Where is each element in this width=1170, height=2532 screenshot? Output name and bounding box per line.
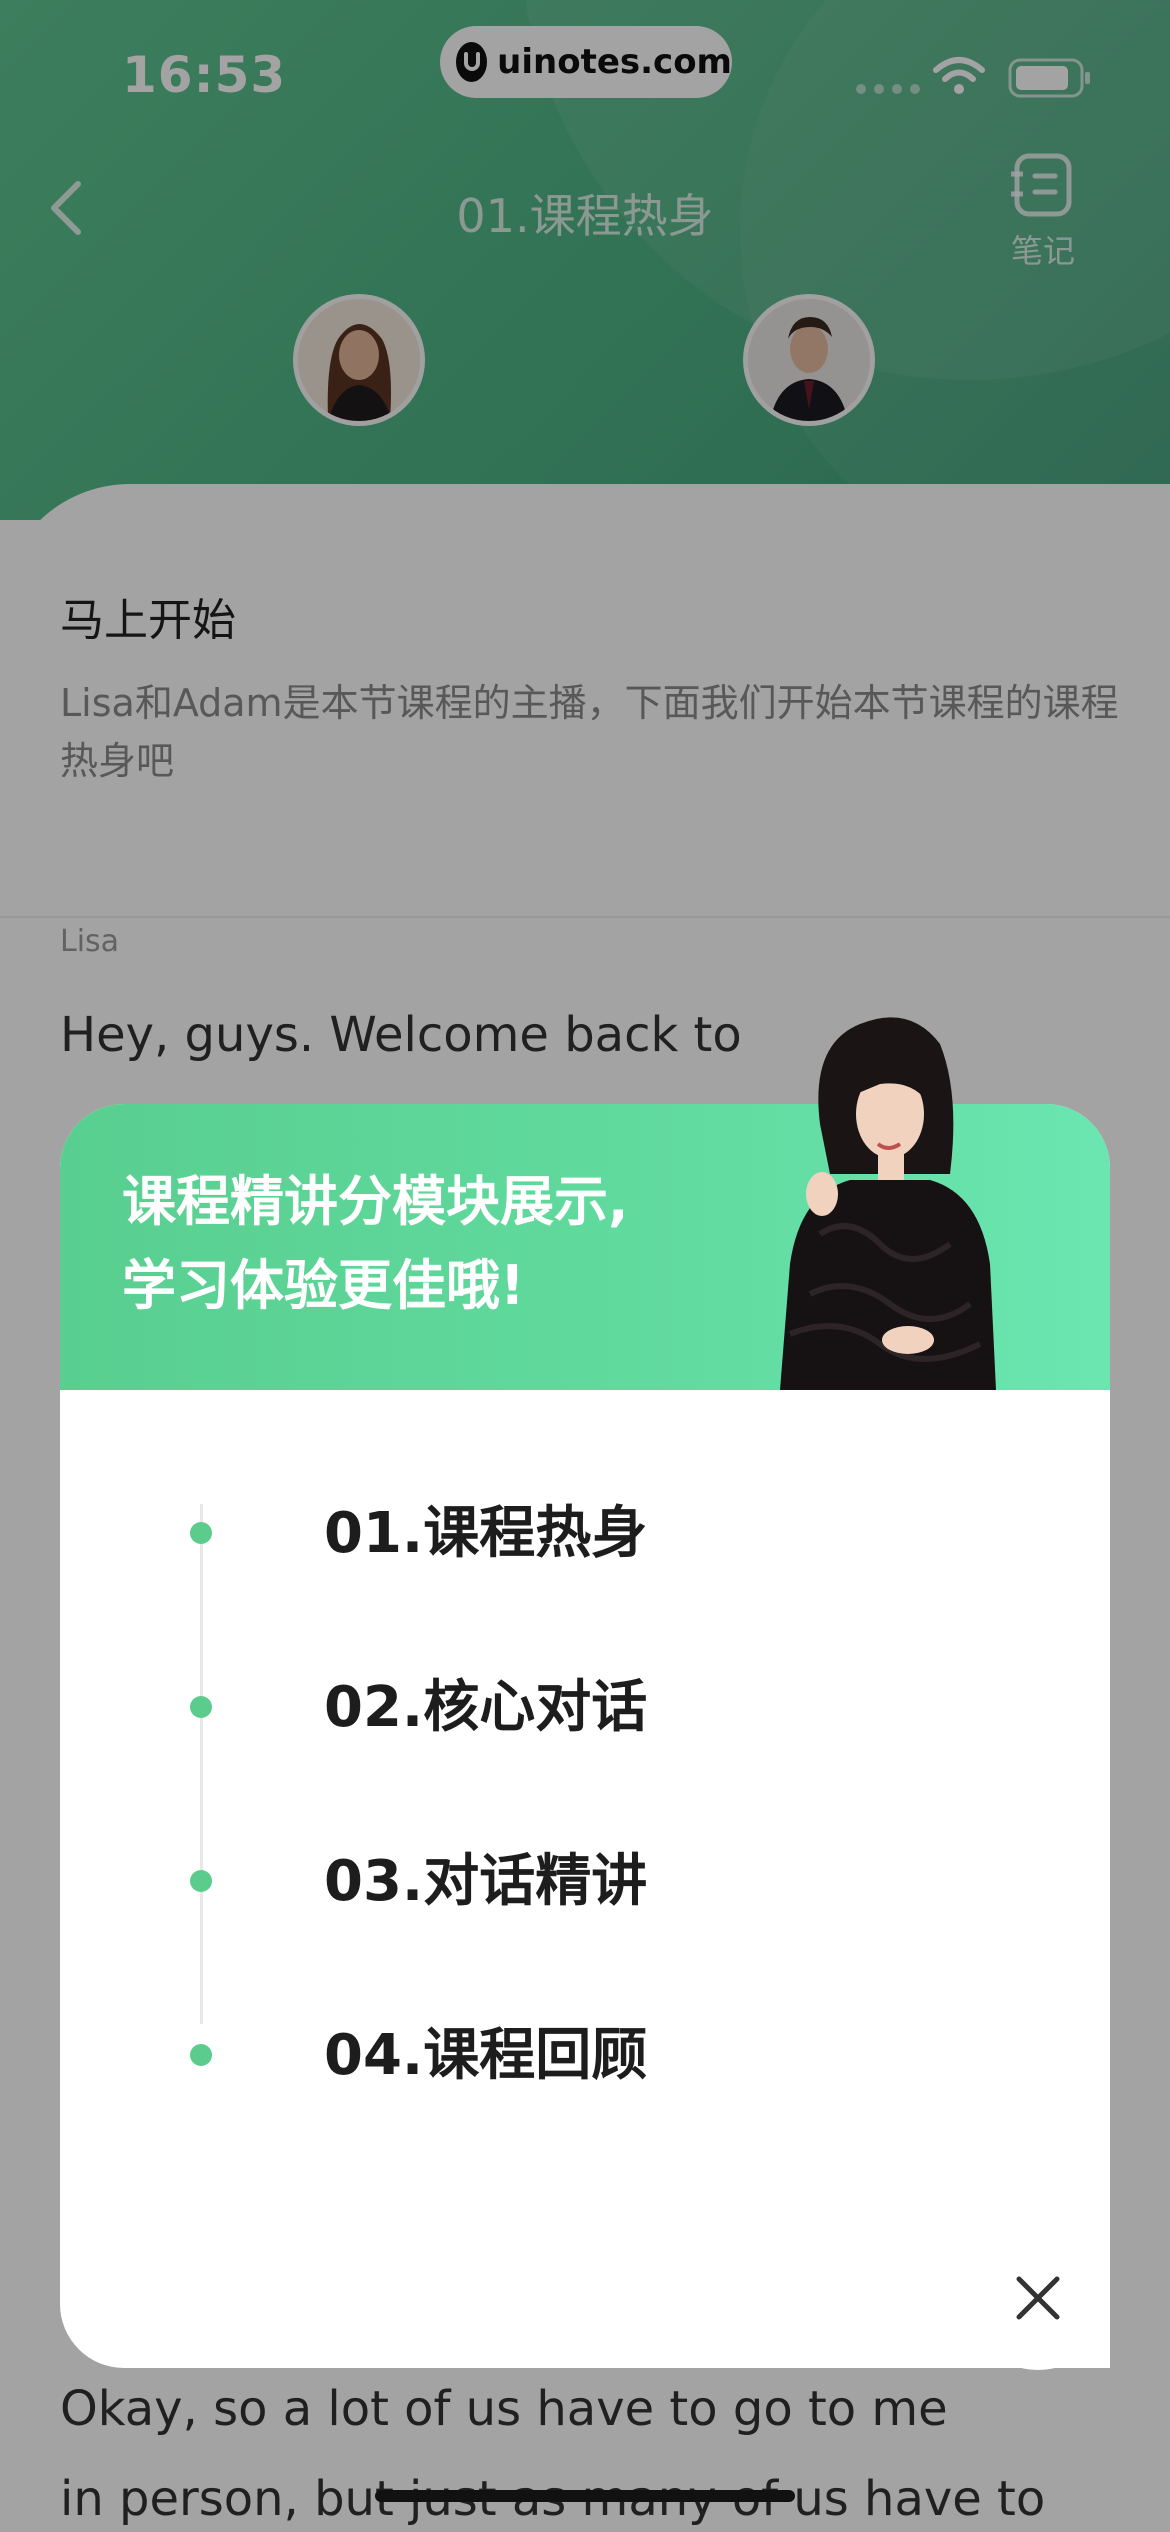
timeline-dot bbox=[190, 1870, 212, 1892]
screen: 16:53 uinotes.com 01.课程热身 笔记 马上开始 Lisa和A… bbox=[0, 0, 1170, 2532]
module-item: 03.对话精讲 bbox=[170, 1852, 647, 2026]
timeline-dot bbox=[190, 1522, 212, 1544]
module-label: 02.核心对话 bbox=[324, 1675, 648, 1740]
modal-heading: 课程精讲分模块展示, 学习体验更佳哦! bbox=[122, 1160, 629, 1328]
close-icon bbox=[1016, 2276, 1060, 2320]
modal-heading-line: 学习体验更佳哦! bbox=[122, 1254, 525, 1317]
module-item: 04.课程回顾 bbox=[170, 2026, 647, 2200]
module-item: 01.课程热身 bbox=[170, 1504, 647, 1678]
modal-heading-line: 课程精讲分模块展示, bbox=[122, 1170, 629, 1233]
module-label: 04.课程回顾 bbox=[324, 2023, 648, 2088]
module-label: 03.对话精讲 bbox=[324, 1849, 648, 1914]
close-modal-button[interactable] bbox=[966, 2226, 1110, 2370]
timeline-dot bbox=[190, 1696, 212, 1718]
module-label: 01.课程热身 bbox=[324, 1501, 648, 1566]
timeline-dot bbox=[190, 2044, 212, 2066]
module-timeline: 01.课程热身 02.核心对话 03.对话精讲 04.课程回顾 bbox=[170, 1504, 647, 2200]
home-indicator[interactable] bbox=[375, 2490, 795, 2502]
presenter-illustration bbox=[780, 1017, 996, 1390]
module-item: 02.核心对话 bbox=[170, 1678, 647, 1852]
